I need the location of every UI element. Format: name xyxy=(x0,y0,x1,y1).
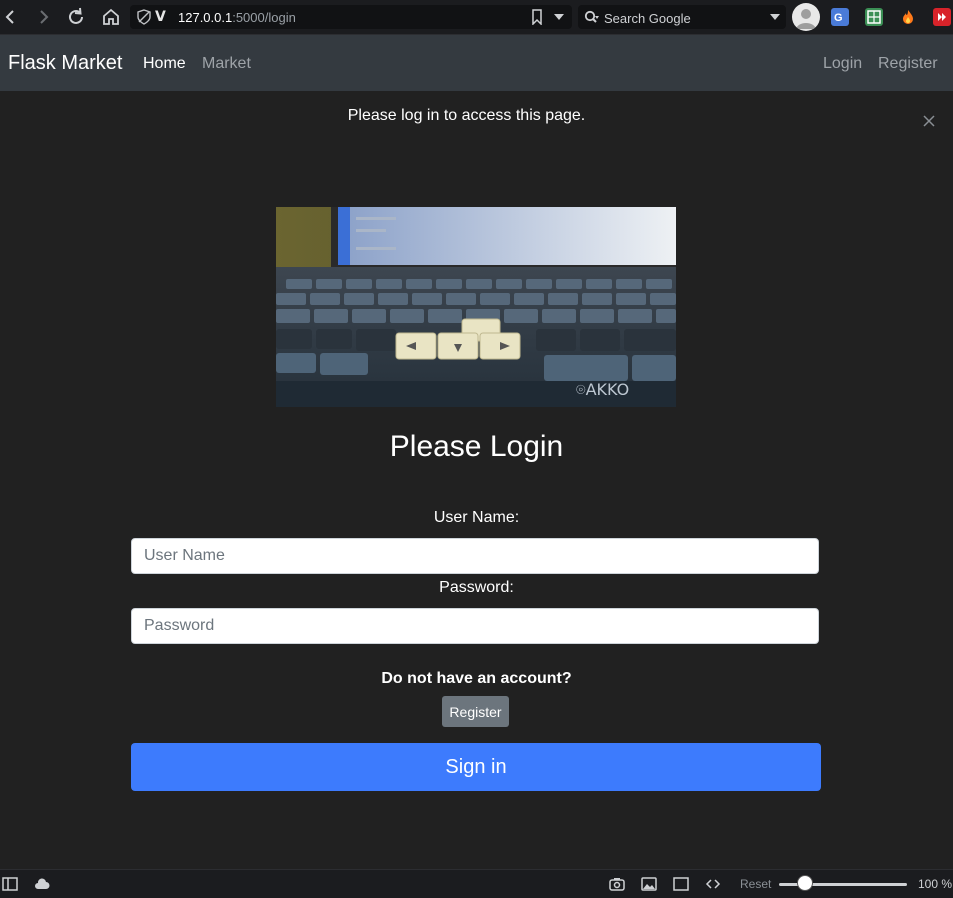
url-host: 127.0.0.1 xyxy=(178,10,233,25)
close-icon[interactable] xyxy=(922,114,936,128)
url-path: :5000/login xyxy=(232,10,296,25)
zoom-reset-button[interactable]: Reset xyxy=(740,877,771,891)
no-account-text: Do not have an account? xyxy=(381,670,572,687)
zoom-level: 100 % xyxy=(918,877,953,891)
media-extension-icon[interactable] xyxy=(933,8,951,26)
browser-toolbar: V 127.0.0.1:5000/login G xyxy=(0,0,953,35)
reload-icon[interactable] xyxy=(65,6,87,28)
password-input[interactable] xyxy=(131,608,819,644)
search-input[interactable] xyxy=(602,8,766,28)
svg-text:G: G xyxy=(834,12,843,24)
username-input[interactable] xyxy=(131,538,819,574)
search-engine-dropdown-icon[interactable] xyxy=(770,14,780,20)
address-bar[interactable]: V 127.0.0.1:5000/login xyxy=(130,5,572,29)
back-icon[interactable] xyxy=(0,6,22,28)
nav-link-register[interactable]: Register xyxy=(878,55,938,73)
nav-link-home[interactable]: Home xyxy=(143,55,186,73)
nav-link-market[interactable]: Market xyxy=(202,55,251,73)
fire-extension-icon[interactable] xyxy=(899,8,917,26)
flash-message: Please log in to access this page. xyxy=(347,107,586,124)
register-button[interactable]: Register xyxy=(442,696,509,727)
sign-in-button[interactable]: Sign in xyxy=(131,743,821,791)
translate-extension-icon[interactable]: G xyxy=(831,8,849,26)
tracker-blocker-icon[interactable] xyxy=(136,9,152,25)
nav-link-login[interactable]: Login xyxy=(823,55,862,73)
camera-icon[interactable] xyxy=(609,877,625,891)
page-tiling-icon[interactable] xyxy=(673,877,689,891)
cloud-sync-icon[interactable] xyxy=(34,877,50,891)
page-title: Please Login xyxy=(389,430,564,463)
search-field[interactable] xyxy=(578,5,786,29)
image-toggle-icon[interactable] xyxy=(641,877,657,891)
site-navbar: Flask Market Home Market Login Register xyxy=(0,35,953,91)
home-icon[interactable] xyxy=(100,6,122,28)
bookmark-icon[interactable] xyxy=(530,9,544,26)
brand-logo[interactable]: Flask Market xyxy=(8,52,122,75)
search-icon xyxy=(584,10,600,24)
vivaldi-logo-icon: V xyxy=(155,9,166,25)
spreadsheet-extension-icon[interactable] xyxy=(865,8,883,26)
address-url[interactable]: 127.0.0.1:5000/login xyxy=(178,10,296,25)
browser-status-bar: Reset 100 % xyxy=(0,869,953,898)
svg-text:⌾AKKO: ⌾AKKO xyxy=(576,380,629,399)
profile-avatar[interactable] xyxy=(792,3,820,31)
address-dropdown-icon[interactable] xyxy=(554,14,564,20)
password-label: Password: xyxy=(439,579,514,596)
username-label: User Name: xyxy=(433,509,520,526)
zoom-slider-thumb[interactable] xyxy=(797,875,813,891)
forward-icon[interactable] xyxy=(32,6,54,28)
panel-toggle-icon[interactable] xyxy=(2,877,18,891)
page-actions-icon[interactable] xyxy=(705,877,721,891)
keyboard-hero-image: ⌾AKKO xyxy=(276,207,676,407)
